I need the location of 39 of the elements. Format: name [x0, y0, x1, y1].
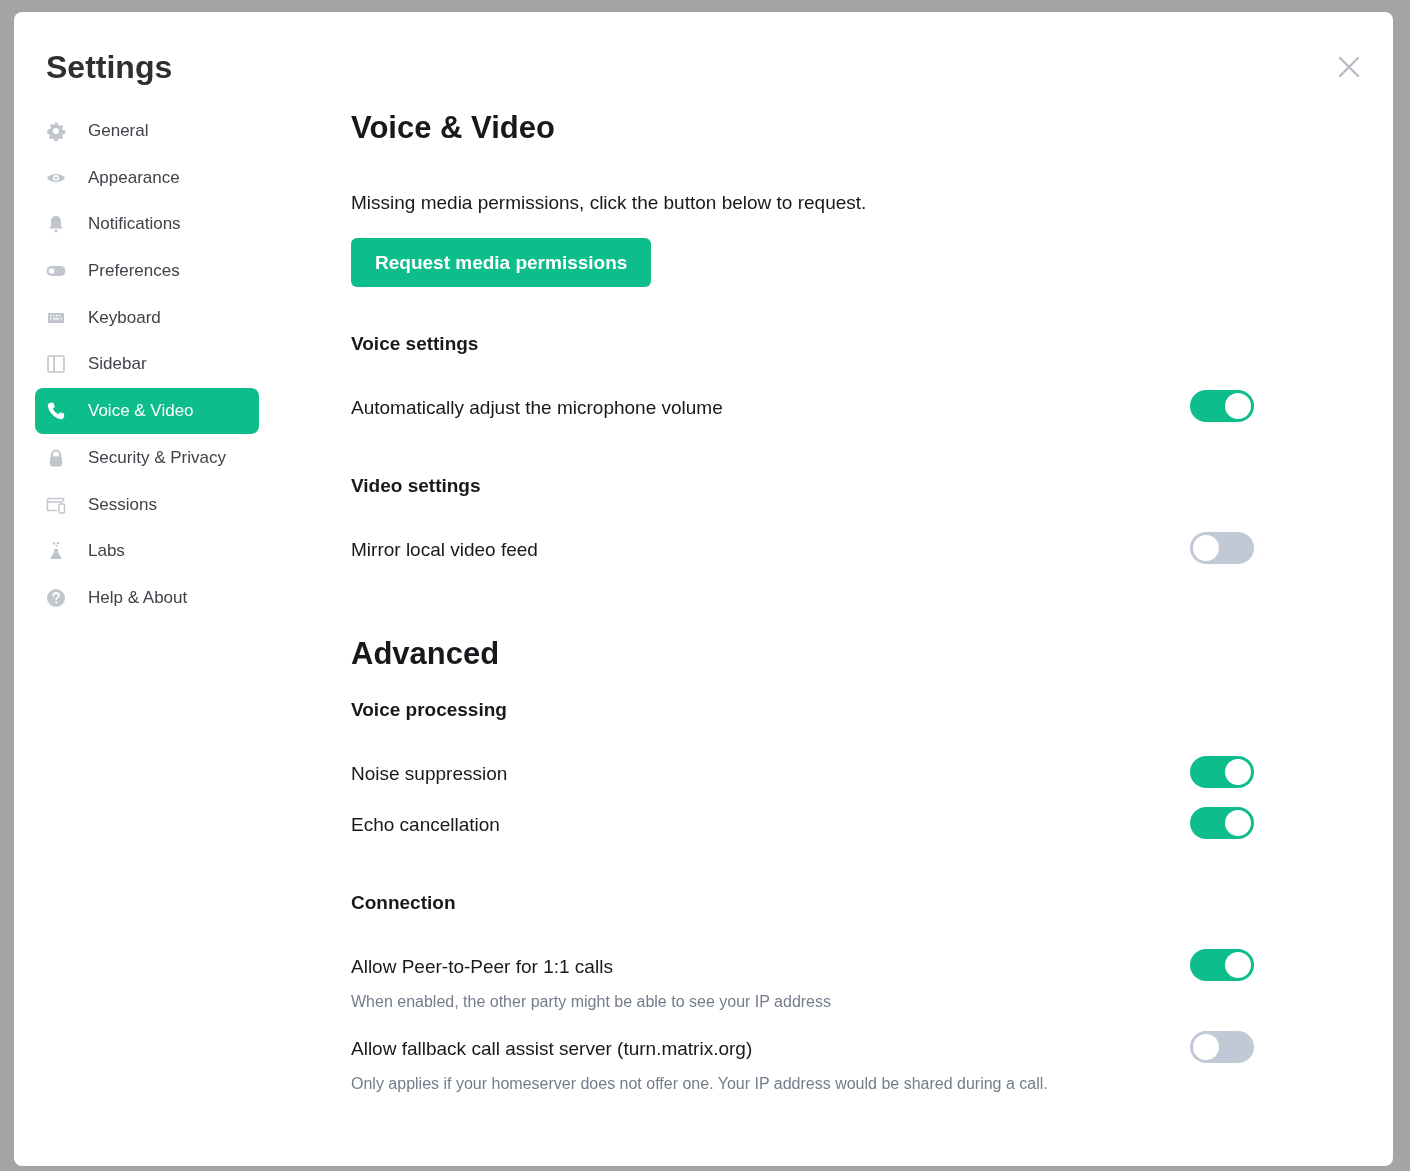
setting-label: Allow Peer-to-Peer for 1:1 calls — [351, 955, 613, 979]
sidebar-item[interactable]: Help & About — [35, 574, 259, 621]
toggle-switch[interactable] — [1190, 807, 1254, 839]
toggle-switch[interactable] — [1190, 949, 1254, 981]
section-heading: Voice & Video — [351, 109, 556, 147]
setting-description: When enabled, the other party might be able to see your IP address — [351, 992, 832, 1012]
sidebar-item[interactable]: Appearance — [35, 154, 259, 201]
info-text: Missing media permissions, click the button below to request. — [351, 191, 868, 215]
section-heading: Advanced — [351, 635, 501, 673]
sidebar-item[interactable]: Labs — [35, 528, 259, 575]
sidebar-item[interactable]: Security & Privacy — [35, 434, 259, 481]
help-icon — [46, 587, 66, 608]
toggle-switch[interactable] — [1190, 390, 1254, 422]
dialog-title: Settings — [46, 48, 173, 87]
subsection-heading: Connection — [351, 891, 457, 915]
toggle-switch[interactable] — [1190, 1031, 1254, 1063]
gear-icon — [46, 121, 66, 141]
phone-icon — [46, 401, 66, 422]
setting-label: Allow fallback call assist server (turn.matrix.org) — [351, 1037, 753, 1061]
subsection-heading: Video settings — [351, 474, 482, 498]
sidebar-item[interactable]: Preferences — [35, 248, 259, 295]
setting-label: Automatically adjust the microphone volume — [351, 396, 723, 420]
subsection-heading: Voice processing — [351, 698, 508, 722]
sidebar-item[interactable]: Sessions — [35, 481, 259, 528]
sidebar-item[interactable]: Notifications — [35, 201, 259, 248]
sidebar-item[interactable]: Keyboard — [35, 294, 259, 341]
setting-label: Mirror local video feed — [351, 538, 538, 562]
close-button[interactable] — [1337, 55, 1361, 79]
setting-label: Noise suppression — [351, 762, 508, 786]
toggle-switch[interactable] — [1190, 532, 1254, 564]
setting-description: Only applies if your homeserver does not offer one. Your IP address would be shared during a call. — [351, 1074, 1049, 1094]
bell-icon — [46, 214, 66, 235]
toggle-switch[interactable] — [1190, 756, 1254, 788]
close-icon — [1337, 55, 1361, 79]
sidebar-item[interactable]: General — [35, 108, 259, 154]
sidebar-item[interactable]: Sidebar — [35, 341, 259, 388]
setting-label: Echo cancellation — [351, 813, 500, 837]
subsection-heading: Voice settings — [351, 332, 480, 356]
sidebar-icon — [46, 354, 66, 375]
